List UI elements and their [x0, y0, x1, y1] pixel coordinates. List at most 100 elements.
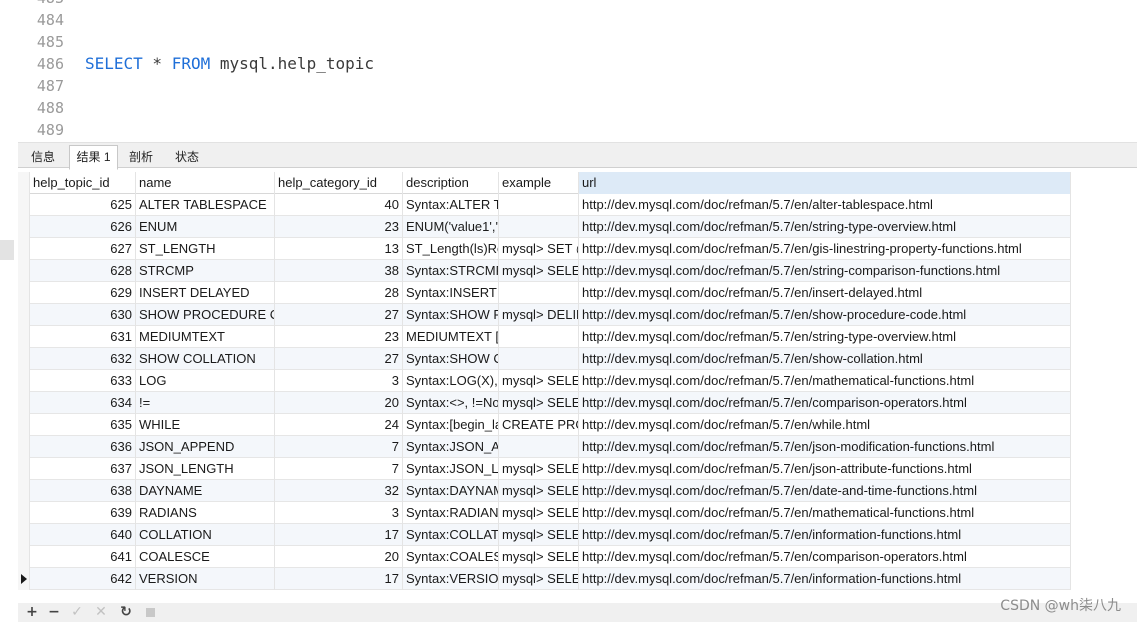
row-indicator[interactable] — [18, 436, 30, 458]
table-row[interactable]: 638DAYNAME32Syntax:DAYNAMmysql> SELEChtt… — [18, 480, 1071, 502]
cell-description[interactable]: Syntax:SHOW PR — [403, 304, 499, 326]
row-indicator[interactable] — [18, 194, 30, 216]
cell-help-topic-id[interactable]: 639 — [30, 502, 136, 524]
cell-help-category-id[interactable]: 23 — [275, 216, 403, 238]
row-indicator[interactable] — [18, 458, 30, 480]
cell-help-topic-id[interactable]: 625 — [30, 194, 136, 216]
cell-example[interactable]: mysql> SELEC — [499, 458, 579, 480]
cell-url[interactable]: http://dev.mysql.com/doc/refman/5.7/en/m… — [579, 370, 1071, 392]
cell-help-topic-id[interactable]: 635 — [30, 414, 136, 436]
row-indicator[interactable] — [18, 348, 30, 370]
cell-help-category-id[interactable]: 13 — [275, 238, 403, 260]
cell-help-category-id[interactable]: 20 — [275, 392, 403, 414]
cell-description[interactable]: MEDIUMTEXT [C — [403, 326, 499, 348]
row-indicator[interactable] — [18, 216, 30, 238]
table-row[interactable]: 627 ST_LENGTH 13 ST_Length(ls)Ret mysql> SET… — [18, 238, 1071, 260]
cell-example[interactable]: mysql> SELEC — [499, 480, 579, 502]
row-indicator[interactable] — [18, 392, 30, 414]
cell-help-topic-id[interactable]: 637 — [30, 458, 136, 480]
cell-help-topic-id[interactable]: 630 — [30, 304, 136, 326]
cell-description[interactable]: Syntax:COALESC — [403, 546, 499, 568]
table-row[interactable]: 632SHOW COLLATION27Syntax:SHOW CO http://… — [18, 348, 1071, 370]
row-indicator[interactable] — [18, 546, 30, 568]
table-row[interactable]: 639RADIANS3Syntax:RADIANSmysql> SELEChtt… — [18, 502, 1071, 524]
cell-name[interactable]: VERSION — [136, 568, 275, 590]
cell-description[interactable]: Syntax:[begin_la — [403, 414, 499, 436]
cell-name[interactable]: MEDIUMTEXT — [136, 326, 275, 348]
cell-url[interactable]: http://dev.mysql.com/doc/refman/5.7/en/a… — [579, 194, 1071, 216]
column-header-help-category-id[interactable]: help_category_id — [275, 172, 403, 194]
cell-help-category-id[interactable]: 24 — [275, 414, 403, 436]
column-header-url[interactable]: url — [579, 172, 1071, 194]
cell-example[interactable]: mysql> SELEC — [499, 502, 579, 524]
cell-url[interactable]: http://dev.mysql.com/doc/refman/5.7/en/c… — [579, 392, 1071, 414]
cell-name[interactable]: COLLATION — [136, 524, 275, 546]
add-record-button[interactable]: + — [24, 604, 40, 620]
cell-description[interactable]: Syntax:COLLATIO — [403, 524, 499, 546]
cell-help-category-id[interactable]: 28 — [275, 282, 403, 304]
cell-help-topic-id[interactable]: 629 — [30, 282, 136, 304]
cell-url[interactable]: http://dev.mysql.com/doc/refman/5.7/en/m… — [579, 502, 1071, 524]
cell-help-topic-id[interactable]: 638 — [30, 480, 136, 502]
table-row[interactable]: 630SHOW PROCEDURE CO27Syntax:SHOW PRmysq… — [18, 304, 1071, 326]
column-header-name[interactable]: name — [136, 172, 275, 194]
row-indicator[interactable] — [18, 238, 30, 260]
sql-query-line[interactable]: SELECT * FROM mysql.help_topic — [85, 53, 374, 75]
cell-example[interactable]: mysql> SELEC — [499, 568, 579, 590]
cell-help-category-id[interactable]: 40 — [275, 194, 403, 216]
cell-help-category-id[interactable]: 17 — [275, 524, 403, 546]
table-row[interactable]: 628STRCMP38Syntax:STRCMP(mysql> SELEChtt… — [18, 260, 1071, 282]
row-indicator[interactable] — [18, 260, 30, 282]
column-header-description[interactable]: description — [403, 172, 499, 194]
cell-help-category-id[interactable]: 17 — [275, 568, 403, 590]
cell-name[interactable]: ST_LENGTH — [136, 238, 275, 260]
apply-changes-button[interactable]: ✓ — [69, 604, 85, 620]
cell-url[interactable]: http://dev.mysql.com/doc/refman/5.7/en/w… — [579, 414, 1071, 436]
table-row[interactable]: 637JSON_LENGTH7Syntax:JSON_LENmysql> SEL… — [18, 458, 1071, 480]
cell-name[interactable]: COALESCE — [136, 546, 275, 568]
cell-help-topic-id[interactable]: 631 — [30, 326, 136, 348]
column-header-example[interactable]: example — [499, 172, 579, 194]
cell-name[interactable]: SHOW COLLATION — [136, 348, 275, 370]
cell-example[interactable]: CREATE PROC — [499, 414, 579, 436]
cell-example[interactable] — [499, 436, 579, 458]
cell-help-category-id[interactable]: 23 — [275, 326, 403, 348]
cell-url[interactable]: http://dev.mysql.com/doc/refman/5.7/en/i… — [579, 524, 1071, 546]
row-indicator[interactable] — [18, 326, 30, 348]
cell-description[interactable]: Syntax:JSON_AP — [403, 436, 499, 458]
row-indicator[interactable] — [18, 282, 30, 304]
tab-result-1[interactable]: 结果 1 — [69, 145, 118, 170]
table-row[interactable]: 640COLLATION17Syntax:COLLATIOmysql> SELE… — [18, 524, 1071, 546]
cell-url[interactable]: http://dev.mysql.com/doc/refman/5.7/en/j… — [579, 436, 1071, 458]
cell-url[interactable]: http://dev.mysql.com/doc/refman/5.7/en/j… — [579, 458, 1071, 480]
cell-name[interactable]: DAYNAME — [136, 480, 275, 502]
column-header-help-topic-id[interactable]: help_topic_id — [30, 172, 136, 194]
table-row[interactable]: 636 JSON_APPEND 7 Syntax:JSON_AP http://dev.… — [18, 436, 1071, 458]
cell-description[interactable]: Syntax:INSERT D — [403, 282, 499, 304]
cell-name[interactable]: ALTER TABLESPACE — [136, 194, 275, 216]
cell-help-topic-id[interactable]: 627 — [30, 238, 136, 260]
cell-description[interactable]: Syntax:JSON_LEN — [403, 458, 499, 480]
cell-help-topic-id[interactable]: 642 — [30, 568, 136, 590]
cell-description[interactable]: Syntax:ALTER TA — [403, 194, 499, 216]
table-row[interactable]: 629INSERT DELAYED28Syntax:INSERT D http:/… — [18, 282, 1071, 304]
cell-url[interactable]: http://dev.mysql.com/doc/refman/5.7/en/s… — [579, 260, 1071, 282]
cell-url[interactable]: http://dev.mysql.com/doc/refman/5.7/en/s… — [579, 348, 1071, 370]
cell-help-category-id[interactable]: 32 — [275, 480, 403, 502]
cell-description[interactable]: Syntax:RADIANS — [403, 502, 499, 524]
cell-help-category-id[interactable]: 3 — [275, 370, 403, 392]
cell-name[interactable]: LOG — [136, 370, 275, 392]
cell-url[interactable]: http://dev.mysql.com/doc/refman/5.7/en/s… — [579, 216, 1071, 238]
cell-name[interactable]: ENUM — [136, 216, 275, 238]
table-row[interactable]: 633LOG3Syntax:LOG(X), Lmysql> SELEChttp:… — [18, 370, 1071, 392]
refresh-button[interactable]: ↻ — [118, 604, 134, 620]
cell-help-category-id[interactable]: 3 — [275, 502, 403, 524]
discard-changes-button[interactable]: ✕ — [93, 604, 109, 620]
cell-name[interactable]: STRCMP — [136, 260, 275, 282]
tab-info[interactable]: 信息 — [20, 146, 66, 169]
cell-name[interactable]: RADIANS — [136, 502, 275, 524]
row-indicator[interactable] — [18, 304, 30, 326]
cell-description[interactable]: ST_Length(ls)Ret — [403, 238, 499, 260]
cell-help-category-id[interactable]: 7 — [275, 436, 403, 458]
cell-description[interactable]: Syntax:STRCMP( — [403, 260, 499, 282]
